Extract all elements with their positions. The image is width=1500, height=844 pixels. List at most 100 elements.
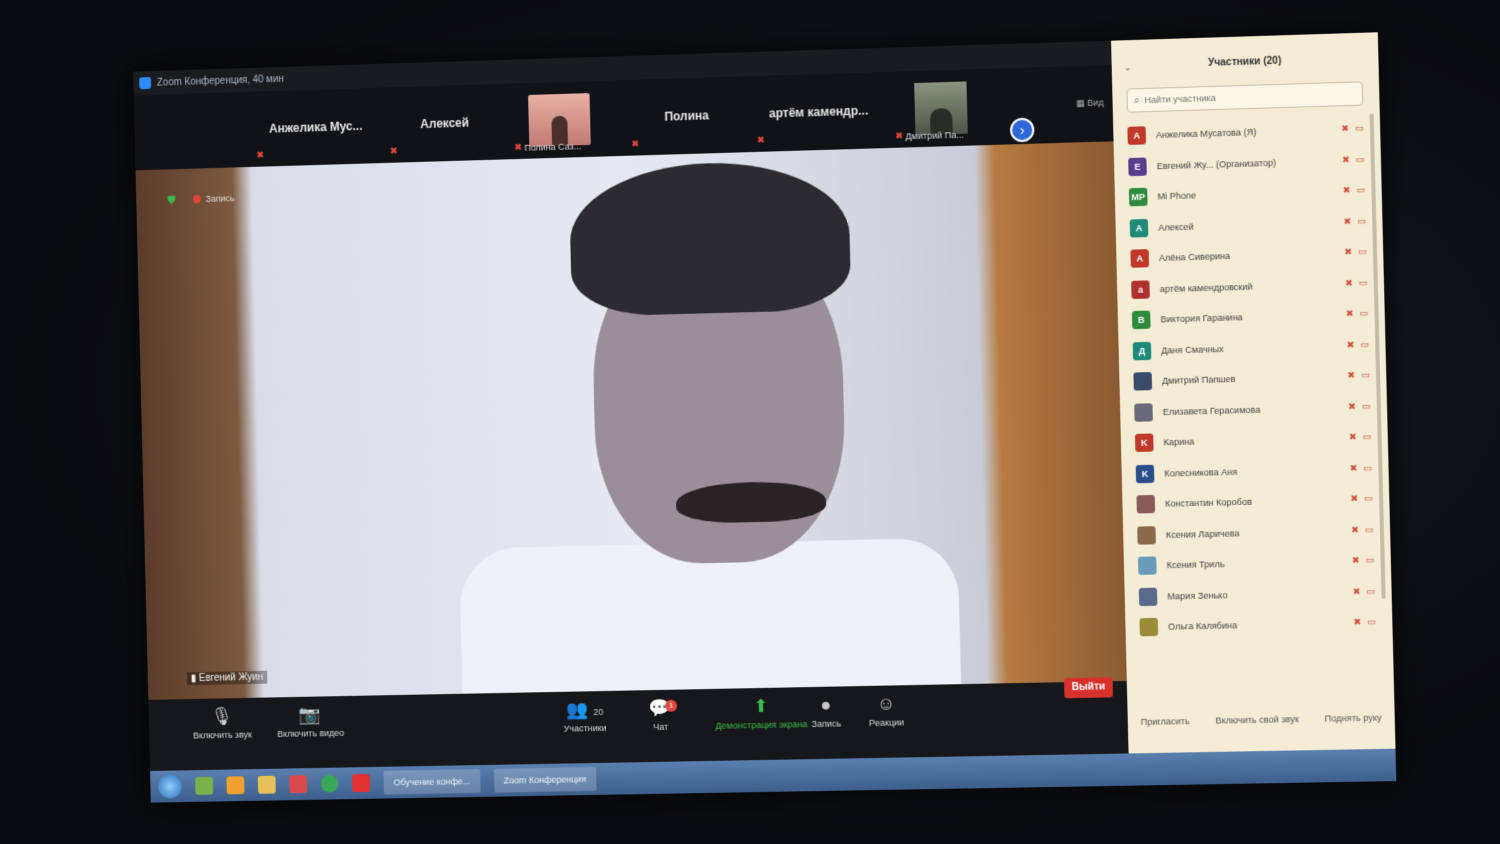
avatar bbox=[1138, 587, 1158, 606]
search-icon: ⌕ bbox=[1133, 94, 1140, 106]
participant-status: ✖ ▭ bbox=[1350, 493, 1373, 505]
muted-mic-icon: ✖ bbox=[1350, 524, 1359, 535]
participant-status: ✖ ▭ bbox=[1343, 215, 1366, 227]
chrome-icon[interactable] bbox=[320, 774, 339, 793]
invite-button[interactable]: Пригласить bbox=[1141, 716, 1190, 727]
participant-name: Анжелика Мусатова (Я) bbox=[1155, 127, 1257, 141]
start-button[interactable] bbox=[157, 774, 182, 799]
participant-name: Ольга Калябина bbox=[1167, 620, 1238, 633]
camera-off-icon: ▭ bbox=[1357, 215, 1367, 226]
participant-status: ✖ ▭ bbox=[1346, 339, 1369, 351]
taskbar-app-icon[interactable] bbox=[195, 776, 214, 795]
avatar: a bbox=[1131, 280, 1150, 299]
strip-tile-video[interactable]: ✖ Полина Саз... bbox=[509, 85, 610, 156]
folder-icon[interactable] bbox=[257, 775, 276, 794]
participant-status: ✖ ▭ bbox=[1349, 462, 1372, 474]
participant-status: ✖ ▭ bbox=[1347, 370, 1370, 382]
participant-name: Ксения Триль bbox=[1166, 559, 1225, 571]
camera-off-icon: ▭ bbox=[1354, 122, 1364, 134]
raise-hand-button[interactable]: Поднять руку bbox=[1325, 712, 1382, 723]
participant-row[interactable]: Ольга Калябина ✖ ▭ bbox=[1139, 607, 1380, 643]
participant-status: ✖ ▭ bbox=[1351, 524, 1374, 536]
muted-mic-icon: 🎙 bbox=[210, 706, 234, 727]
avatar bbox=[1137, 525, 1156, 545]
recording-indicator[interactable]: Запись bbox=[192, 193, 235, 204]
muted-mic-icon: ✖ bbox=[1347, 400, 1356, 412]
view-label: Вид bbox=[1087, 97, 1104, 108]
start-video-button[interactable]: 📷 Включить видео bbox=[266, 704, 355, 739]
camera-off-icon: ▭ bbox=[1357, 246, 1367, 257]
taskbar-app-icon[interactable] bbox=[226, 776, 245, 795]
muted-mic-icon: ✖ bbox=[1347, 369, 1356, 381]
participant-status: ✖ ▭ bbox=[1352, 555, 1375, 567]
taskbar-window[interactable]: Обучение конфе... bbox=[383, 769, 481, 795]
camera-off-icon: ▭ bbox=[1362, 431, 1372, 442]
strip-tile[interactable]: Алексей ✖ bbox=[385, 88, 505, 159]
participant-search[interactable]: ⌕ bbox=[1126, 81, 1364, 113]
participant-name: Mi Phone bbox=[1157, 190, 1197, 202]
speaker-figure bbox=[458, 158, 963, 700]
muted-mic-icon: ✖ bbox=[1352, 585, 1361, 597]
camera-off-icon: ▭ bbox=[1363, 462, 1373, 473]
panel-title: Участники (20) bbox=[1207, 55, 1282, 69]
muted-mic-icon: ✖ bbox=[631, 138, 640, 149]
participant-name: Даня Смачных bbox=[1161, 343, 1224, 356]
participant-list: A Анжелика Мусатова (Я) ✖ ▭ E Евгений Жу... (… bbox=[1127, 114, 1380, 643]
window-title: Zoom Конференция, 40 мин bbox=[156, 73, 285, 89]
participant-row[interactable]: Мария Зенько ✖ ▭ bbox=[1138, 576, 1380, 612]
participant-status: ✖ ▭ bbox=[1341, 123, 1364, 135]
avatar: B bbox=[1131, 310, 1151, 330]
next-page-button[interactable]: › bbox=[1009, 117, 1035, 143]
panel-footer: Пригласить Включить свой звук Поднять ру… bbox=[1128, 712, 1395, 727]
camera-off-icon: ▭ bbox=[1364, 523, 1374, 535]
photo-background: Zoom Конференция, 40 мин Анжелика Мус...… bbox=[0, 0, 1500, 844]
avatar bbox=[1137, 556, 1157, 576]
participant-status: ✖ ▭ bbox=[1346, 308, 1369, 320]
record-dot-icon bbox=[192, 195, 201, 204]
view-button[interactable]: ▦ Вид bbox=[1076, 97, 1104, 109]
unmute-self-button[interactable]: Включить свой звук bbox=[1215, 714, 1299, 726]
leave-button[interactable]: Выйти bbox=[1063, 677, 1114, 699]
muted-mic-icon: ✖ bbox=[1342, 184, 1351, 196]
zoom-logo-icon bbox=[139, 76, 152, 90]
muted-mic-icon: ✖ bbox=[1345, 308, 1354, 319]
muted-mic-icon: ✖ bbox=[256, 149, 264, 160]
unmute-button[interactable]: 🎙 Включить звук bbox=[178, 705, 267, 740]
chevron-right-icon: › bbox=[1019, 121, 1025, 139]
muted-mic-icon: ✖ bbox=[514, 141, 523, 153]
camera-off-icon: ▭ bbox=[1358, 277, 1368, 288]
strip-tile[interactable]: артём камендр... ✖ bbox=[752, 76, 886, 148]
taskbar-window[interactable]: Zoom Конференция bbox=[493, 766, 597, 793]
tile-name: артём камендр... bbox=[768, 103, 869, 121]
muted-mic-icon: ✖ bbox=[1346, 339, 1355, 350]
camera-off-icon: 📷 bbox=[299, 704, 322, 725]
strip-tile-video[interactable]: ✖ Дмитрий Па... bbox=[890, 73, 992, 144]
taskbar-app-icon[interactable] bbox=[289, 775, 308, 794]
participants-panel: ⌄ Участники (20) ⌕ AАнжелика Мусатова (Я… bbox=[1063, 32, 1396, 754]
reactions-button[interactable]: ☺ Реакции bbox=[841, 693, 932, 729]
camera-off-icon: ▭ bbox=[1365, 554, 1375, 566]
participant-search-input[interactable] bbox=[1144, 88, 1349, 106]
participant-name: Мария Зенько bbox=[1167, 589, 1228, 602]
camera-off-icon: ▭ bbox=[1360, 338, 1370, 350]
muted-mic-icon: ✖ bbox=[1349, 462, 1358, 473]
participant-row[interactable]: Ксения Триль ✖ ▭ bbox=[1137, 546, 1379, 582]
chat-button[interactable]: 💬 1 Чат bbox=[615, 697, 705, 733]
avatar bbox=[1133, 372, 1153, 391]
strip-tile[interactable]: Анжелика Мус... ✖ bbox=[251, 92, 380, 163]
participant-name: Константин Коробов bbox=[1164, 497, 1253, 510]
avatar: K bbox=[1134, 433, 1154, 453]
yandex-icon[interactable] bbox=[352, 773, 371, 793]
participant-status: ✖ ▭ bbox=[1349, 431, 1372, 443]
participant-name: Алексей bbox=[1158, 221, 1194, 233]
participant-name: Евгений Жу... (Организатор) bbox=[1156, 157, 1277, 172]
participant-name: Ксения Ларичева bbox=[1165, 528, 1240, 540]
shield-icon[interactable]: ⛊ bbox=[167, 195, 175, 208]
muted-mic-icon: ✖ bbox=[389, 145, 398, 156]
camera-off-icon: ▭ bbox=[1367, 616, 1377, 627]
strip-tile[interactable]: Полина ✖ bbox=[626, 80, 747, 152]
participant-status: ✖ ▭ bbox=[1342, 154, 1365, 166]
camera-off-icon: ▭ bbox=[1361, 400, 1371, 411]
avatar: K bbox=[1135, 464, 1155, 484]
participant-name: Виктория Гаранина bbox=[1160, 312, 1243, 325]
